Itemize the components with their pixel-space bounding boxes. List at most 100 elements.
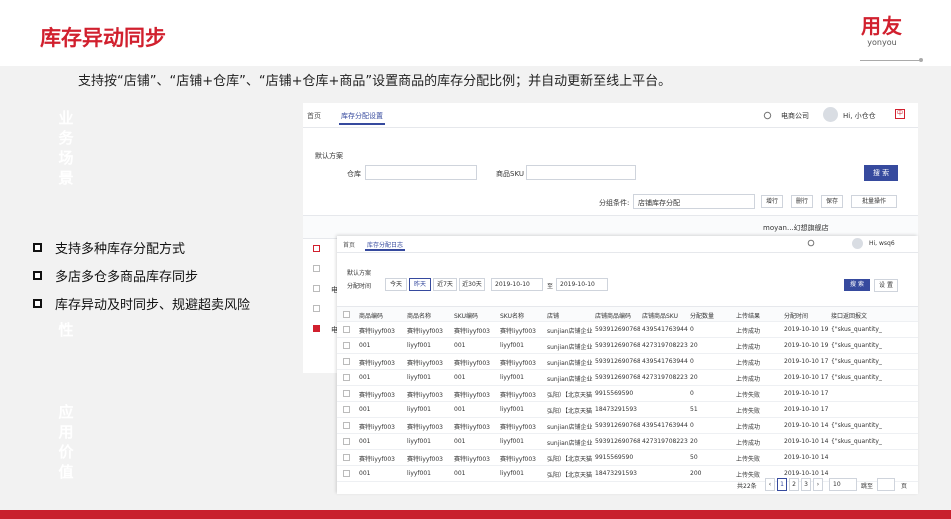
page-button[interactable]: 2 <box>789 478 799 491</box>
table-row[interactable]: 赛特liyyf003 赛特liyyf003 赛特liyyf003 赛特liyyf003… <box>337 354 918 370</box>
save-button[interactable]: 保存 <box>821 195 843 208</box>
table-cell: 上传失败 <box>736 408 761 415</box>
time-option[interactable]: 近30天 <box>459 278 485 291</box>
table-row[interactable]: 001 liyyf001 001 liyyf001 弘阳）【北京天猫 1847329159… <box>337 402 918 418</box>
row-checkbox[interactable] <box>313 245 320 252</box>
table-cell: 赛特liyyf003 <box>500 424 537 431</box>
filter-scheme[interactable]: 默认方案 <box>315 151 343 161</box>
row-checkbox[interactable] <box>343 358 350 365</box>
column-header[interactable]: 分配数量 <box>690 311 714 320</box>
column-header[interactable]: 店铺 <box>547 311 559 320</box>
page-button[interactable]: 3 <box>801 478 811 491</box>
time-option[interactable]: 昨天 <box>409 278 431 291</box>
watermark-char: 业 <box>58 109 74 127</box>
table-row[interactable]: 001 liyyf001 001 liyyf001 sunjian店铺企业 5939126… <box>337 434 918 450</box>
condition-select[interactable]: 店铺库存分配 <box>633 194 755 209</box>
table-cell: 2019-10-10 17:5 <box>784 390 829 397</box>
delete-row-button[interactable]: 删行 <box>791 195 813 208</box>
next-page-button[interactable]: › <box>813 478 823 491</box>
log-user-greeting[interactable]: Hi, wsq6 <box>869 240 895 247</box>
table-cell: sunjian店铺企业 <box>547 360 593 367</box>
notice-icon[interactable]: 中 <box>895 109 905 119</box>
column-header[interactable]: 接口返回报文 <box>831 311 867 320</box>
row-checkbox[interactable] <box>343 438 350 445</box>
log-filter-scheme[interactable]: 默认方案 <box>347 268 371 277</box>
row-checkbox[interactable] <box>313 325 320 332</box>
header-checkbox[interactable] <box>343 311 350 318</box>
log-search-button[interactable]: 搜 索 <box>844 279 870 291</box>
table-row[interactable]: 赛特liyyf003 赛特liyyf003 赛特liyyf003 赛特liyyf003… <box>337 450 918 466</box>
table-cell: liyyf001 <box>500 438 524 445</box>
row-checkbox[interactable] <box>343 422 350 429</box>
column-header[interactable]: 店铺商品SKU <box>642 311 678 320</box>
log-refresh-icon[interactable] <box>807 239 815 247</box>
prev-page-button[interactable]: ‹ <box>765 478 775 491</box>
logo-dot <box>919 58 923 62</box>
page-button[interactable]: 1 <box>777 478 787 491</box>
log-tab-active[interactable]: 库存分配日志 <box>367 240 403 249</box>
warehouse-input[interactable] <box>365 165 477 180</box>
column-header[interactable]: 上传结果 <box>736 311 760 320</box>
table-cell: 200 <box>690 470 702 477</box>
column-header[interactable]: 店铺商品编码 <box>595 311 631 320</box>
batch-button[interactable]: 批量操作 <box>851 195 897 208</box>
row-checkbox[interactable] <box>313 265 320 272</box>
logo-divider <box>860 60 920 61</box>
bullet-item: 多店多仓多商品库存同步 <box>33 266 198 285</box>
column-header[interactable]: SKU名称 <box>500 311 524 320</box>
goto-input[interactable] <box>877 478 895 491</box>
bullet-item: 库存异动及时同步、规避超卖风险 <box>33 294 250 313</box>
goto-label: 跳至 <box>861 483 874 490</box>
user-greeting[interactable]: Hi, 小仓仓 <box>843 111 876 121</box>
tab-home[interactable]: 首页 <box>307 111 321 121</box>
table-row[interactable]: 赛特liyyf003 赛特liyyf003 赛特liyyf003 赛特liyyf003… <box>337 322 918 338</box>
table-cell: {"skus_quantity_ <box>831 438 882 445</box>
avatar-icon[interactable] <box>823 107 838 122</box>
table-row[interactable]: 赛特liyyf003 赛特liyyf003 赛特liyyf003 赛特liyyf003… <box>337 418 918 434</box>
table-cell: 弘阳）【北京天猫 <box>547 408 593 415</box>
table-row[interactable]: 001 liyyf001 001 liyyf001 sunjian店铺企业 5939126… <box>337 370 918 386</box>
footer-bar <box>0 510 951 519</box>
page-size-select[interactable]: 10 <box>829 478 857 491</box>
table-cell: 20 <box>690 342 698 349</box>
row-checkbox[interactable] <box>313 285 320 292</box>
watermark-char: 场 <box>58 149 74 167</box>
tab-settings[interactable]: 库存分配设置 <box>341 111 383 121</box>
table-cell: 001 <box>359 438 371 445</box>
date-from-input[interactable]: 2019-10-10 <box>491 278 543 291</box>
company-name[interactable]: 电商公司 <box>781 111 809 121</box>
column-header[interactable]: 商品名称 <box>407 311 431 320</box>
refresh-icon[interactable] <box>763 111 772 120</box>
row-checkbox[interactable] <box>343 342 350 349</box>
column-header[interactable]: SKU编码 <box>454 311 478 320</box>
row-checkbox[interactable] <box>343 406 350 413</box>
time-option[interactable]: 今天 <box>385 278 407 291</box>
table-cell: 001 <box>454 438 466 445</box>
tab-underline <box>339 123 385 125</box>
row-checkbox[interactable] <box>343 326 350 333</box>
bullet-text: 多店多仓多商品库存同步 <box>55 270 199 285</box>
table-cell: 赛特liyyf003 <box>407 392 444 399</box>
table-cell: 上传成功 <box>736 328 761 335</box>
log-tab-home[interactable]: 首页 <box>343 240 355 249</box>
sku-input[interactable] <box>526 165 636 180</box>
log-avatar-icon[interactable] <box>852 238 863 249</box>
add-row-button[interactable]: 增行 <box>761 195 783 208</box>
search-button[interactable]: 搜 索 <box>864 165 898 181</box>
column-header[interactable]: 分配时间 <box>784 311 808 320</box>
table-row[interactable]: 001 liyyf001 001 liyyf001 sunjian店铺企业 5939126… <box>337 338 918 354</box>
column-header[interactable]: 商品编码 <box>359 311 383 320</box>
row-checkbox[interactable] <box>343 454 350 461</box>
table-cell: 001 <box>359 342 371 349</box>
row-checkbox[interactable] <box>343 374 350 381</box>
row-checkbox[interactable] <box>313 305 320 312</box>
log-settings-button[interactable]: 设 置 <box>874 279 898 292</box>
date-to-input[interactable]: 2019-10-10 <box>556 278 608 291</box>
row-checkbox[interactable] <box>343 390 350 397</box>
bullet-square-icon <box>33 271 42 280</box>
table-cell: 上传成功 <box>736 440 761 447</box>
time-option[interactable]: 近7天 <box>433 278 457 291</box>
row-checkbox[interactable] <box>343 470 350 477</box>
table-cell: {"skus_quantity_ <box>831 342 882 349</box>
table-row[interactable]: 赛特liyyf003 赛特liyyf003 赛特liyyf003 赛特liyyf003… <box>337 386 918 402</box>
